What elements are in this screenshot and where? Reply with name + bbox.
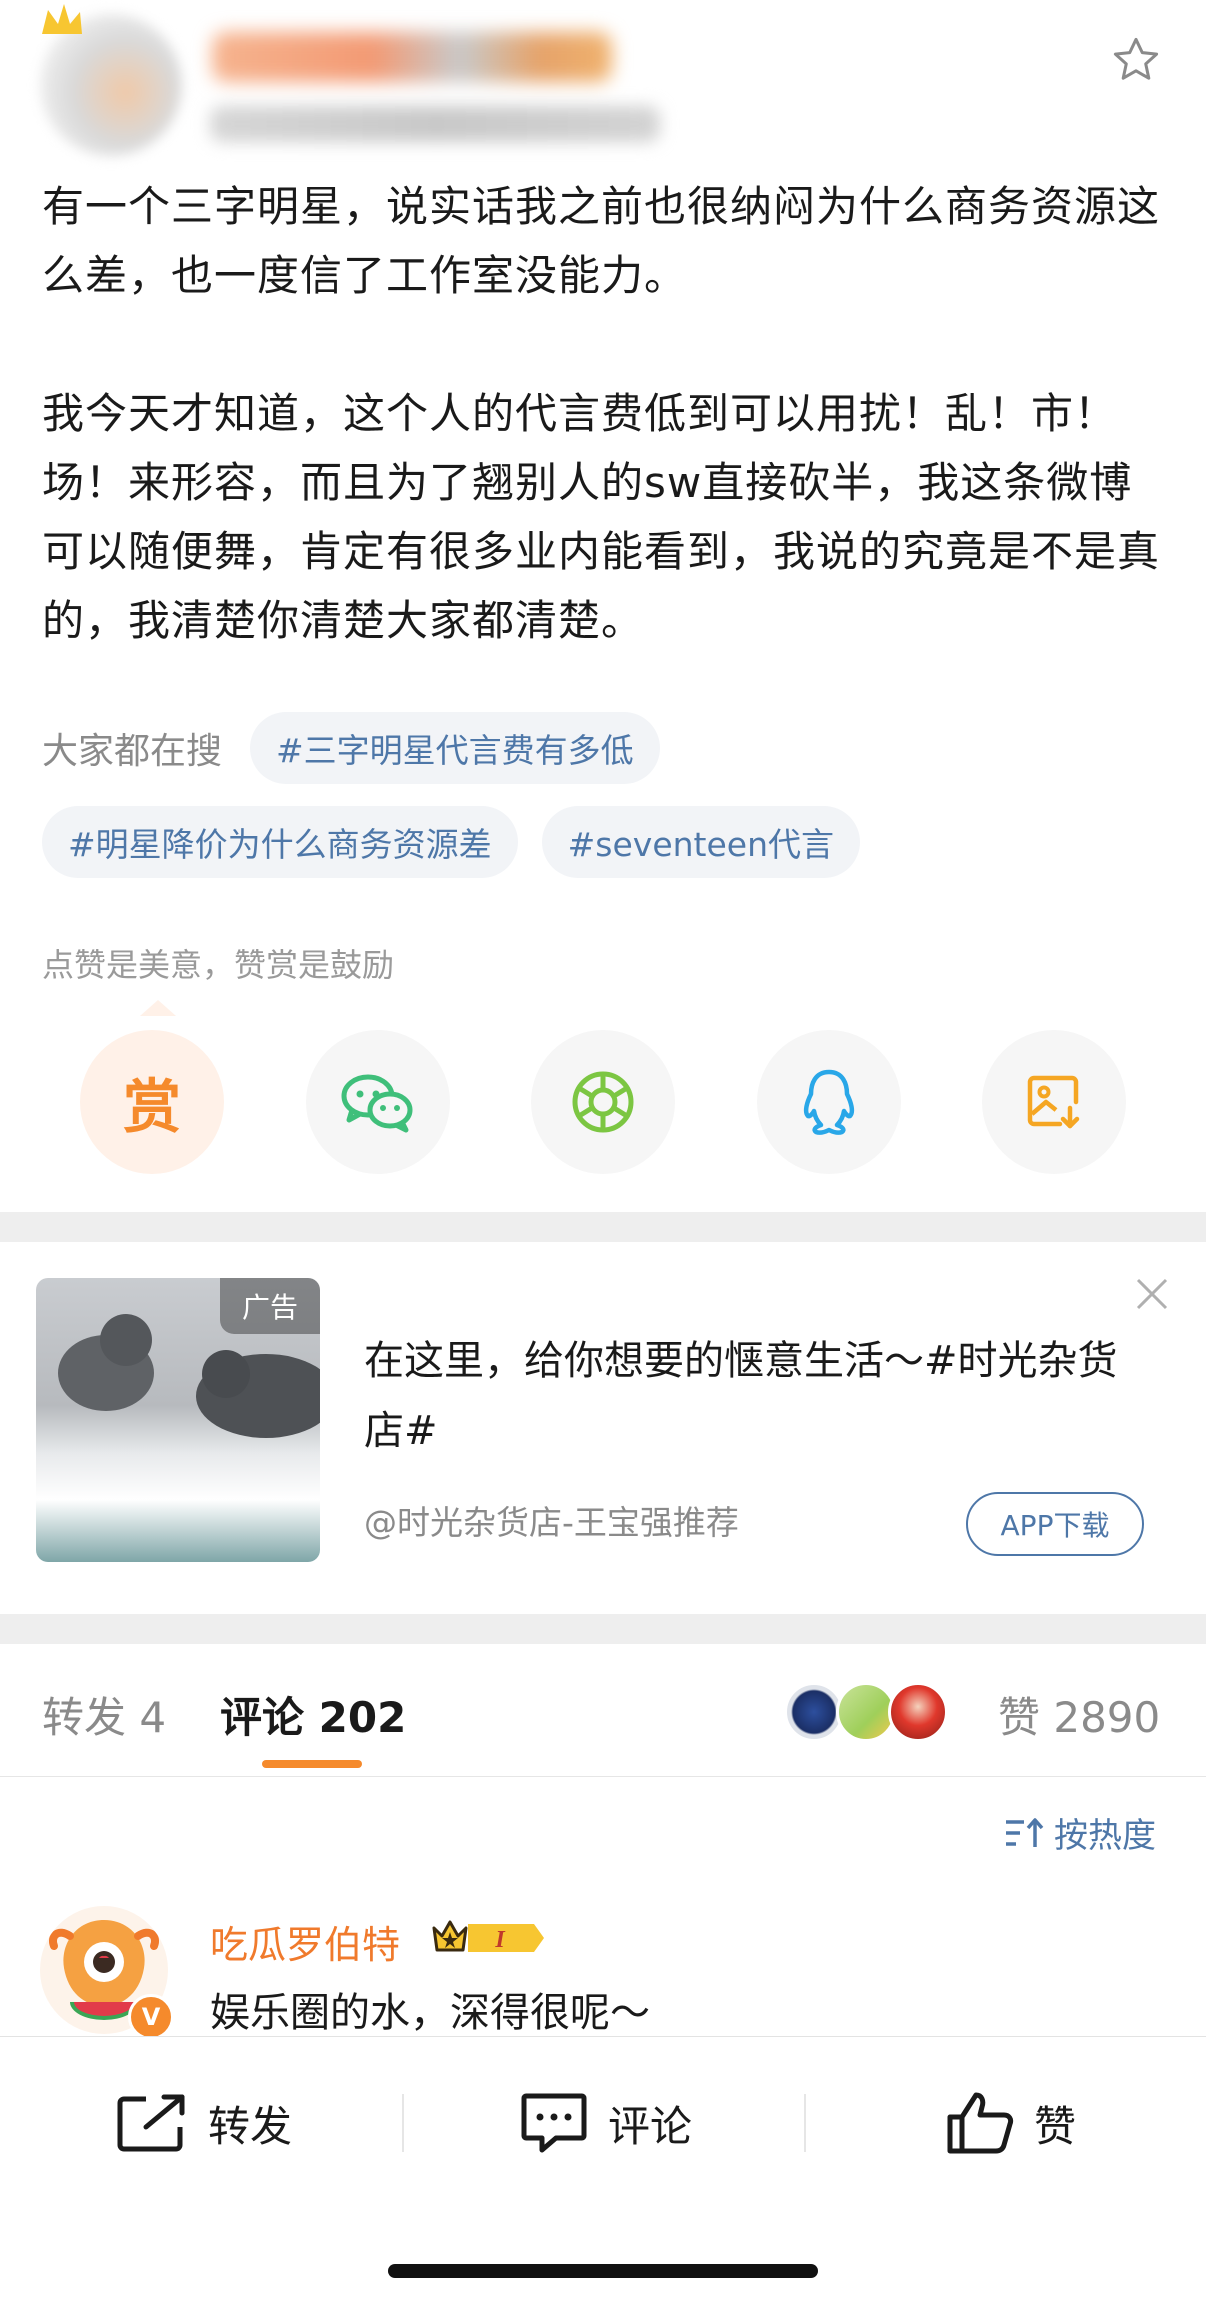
share-qq-button[interactable] bbox=[756, 1030, 901, 1174]
repost-label: 转发 bbox=[208, 2101, 293, 2151]
close-icon bbox=[1136, 1278, 1168, 1310]
reward-button[interactable]: 赏 bbox=[80, 1030, 224, 1174]
ad-close-button[interactable] bbox=[1130, 1272, 1174, 1316]
repost-icon bbox=[117, 2094, 185, 2152]
section-divider bbox=[0, 1614, 1206, 1644]
wechat-icon bbox=[341, 1074, 412, 1133]
ad-source[interactable]: @时光杂货店-王宝强推荐 bbox=[364, 1496, 739, 1544]
home-indicator bbox=[388, 2264, 818, 2278]
post-body: 有一个三字明星，说实话我之前也很纳闷为什么商务资源这么差，也一度信了工作室没能力… bbox=[42, 172, 1172, 655]
liker-avatar bbox=[888, 1682, 948, 1742]
qq-icon bbox=[803, 1069, 854, 1135]
crown-level-icon: I bbox=[432, 1920, 544, 1953]
share-moments-button[interactable] bbox=[531, 1030, 675, 1174]
sort-label: 按热度 bbox=[1054, 1816, 1156, 1856]
app-download-button[interactable]: APP下载 bbox=[966, 1492, 1144, 1556]
vip-level-text: I bbox=[494, 1927, 506, 1953]
ad-title[interactable]: 在这里，给你想要的惬意生活～#时光杂货店# bbox=[364, 1326, 1144, 1466]
liker-avatar bbox=[784, 1682, 844, 1742]
share-row: 赏 bbox=[80, 1030, 1126, 1174]
reward-hint: 点赞是美意，赞赏是鼓励 bbox=[42, 946, 395, 984]
star-icon bbox=[1113, 37, 1159, 80]
tab-likes[interactable]: 赞 2890 bbox=[998, 1684, 1160, 1745]
reward-icon: 赏 bbox=[122, 1073, 181, 1141]
post-paragraph: 有一个三字明星，说实话我之前也很纳闷为什么商务资源这么差，也一度信了工作室没能力… bbox=[42, 182, 1161, 300]
tags-label: 大家都在搜 bbox=[42, 731, 223, 772]
comment-label: 评论 bbox=[608, 2101, 693, 2151]
thumbs-up-icon bbox=[947, 2092, 1014, 2154]
hashtag-chip[interactable]: #三字明星代言费有多低 bbox=[250, 712, 660, 784]
share-wechat-button[interactable] bbox=[305, 1030, 450, 1174]
commenter-name[interactable]: 吃瓜罗伯特 bbox=[210, 1914, 400, 1969]
liker-avatar bbox=[836, 1682, 896, 1742]
bar-divider bbox=[804, 2094, 806, 2152]
bar-divider bbox=[402, 2094, 404, 2152]
like-button[interactable]: 赞 bbox=[946, 2088, 1076, 2158]
hashtag-chip[interactable]: #明星降价为什么商务资源差 bbox=[42, 806, 518, 878]
crown-decoration-icon bbox=[42, 4, 82, 34]
tab-reposts[interactable]: 转发 4 bbox=[42, 1684, 166, 1745]
favorite-button[interactable] bbox=[1106, 30, 1166, 90]
trending-tags: 大家都在搜 #三字明星代言费有多低 #明星降价为什么商务资源差 #sevente… bbox=[42, 712, 1172, 900]
tab-comments[interactable]: 评论 202 bbox=[220, 1684, 406, 1745]
active-tab-indicator bbox=[262, 1760, 362, 1768]
comment-text: 娱乐圈的水，深得很呢～ bbox=[210, 1990, 650, 2036]
hashtag-chip[interactable]: #seventeen代言 bbox=[541, 806, 861, 878]
save-image-button[interactable] bbox=[982, 1030, 1126, 1174]
bottom-action-bar bbox=[0, 2036, 1206, 2303]
comment-button[interactable]: 评论 bbox=[520, 2088, 692, 2158]
comment-icon bbox=[521, 2093, 587, 2153]
ad-image[interactable]: 广告 bbox=[36, 1278, 320, 1562]
post-paragraph: 我今天才知道，这个人的代言费低到可以用扰！乱！市！场！来形容，而且为了翘别人的s… bbox=[42, 389, 1161, 645]
vip-level-badge: I bbox=[430, 1916, 546, 1964]
sort-by-hot-button[interactable]: 按热度 bbox=[1004, 1808, 1156, 1857]
ad-badge: 广告 bbox=[220, 1278, 320, 1334]
author-name[interactable] bbox=[212, 32, 612, 82]
post-meta bbox=[210, 106, 660, 142]
like-label: 赞 bbox=[1034, 2101, 1077, 2151]
hint-pointer bbox=[140, 1000, 176, 1016]
save-image-icon bbox=[1027, 1075, 1080, 1129]
section-divider bbox=[0, 1212, 1206, 1242]
repost-button[interactable]: 转发 bbox=[116, 2088, 292, 2158]
sort-icon bbox=[1006, 1817, 1044, 1847]
moments-icon bbox=[572, 1071, 634, 1133]
verified-badge-icon: V bbox=[128, 1994, 174, 2040]
liker-avatars[interactable] bbox=[784, 1682, 948, 1742]
